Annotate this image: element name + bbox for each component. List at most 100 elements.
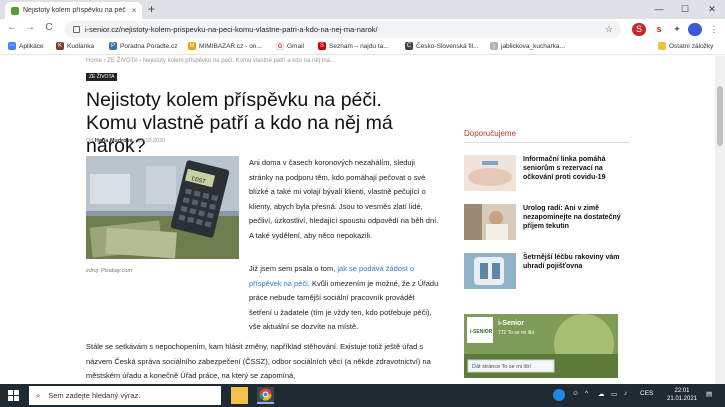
- web-page: Home › ZE ŽIVOTA › Nejistoty kolem přísp…: [0, 56, 715, 384]
- search-icon: ⌕: [36, 390, 41, 400]
- article-meta: Od Hana Mudrová - 15.10.2020: [86, 138, 165, 144]
- article-title: Nejistoty kolem příspěvku na péči. Komu …: [86, 89, 393, 157]
- paragraph-1: Ani doma v časech koronových nezahálím, …: [249, 158, 439, 240]
- browser-toolbar: ← → C i-senior.cz/nejistoty-kolem-prispe…: [0, 19, 725, 40]
- extension-s-icon[interactable]: s: [652, 23, 666, 36]
- taskbar-clock[interactable]: 22:01 21.01.2021: [664, 387, 700, 403]
- article-date: 15.10.2020: [137, 138, 166, 144]
- maximize-button[interactable]: ☐: [672, 0, 698, 19]
- seznam-icon: S: [318, 42, 326, 50]
- bookmark-poradna[interactable]: P Poradna Poradte.cz: [109, 42, 177, 50]
- file-explorer-icon[interactable]: [231, 387, 248, 404]
- paragraph-2-start: Již jsem sem psala o tom, jak se podává …: [249, 262, 439, 335]
- bookmark-mimibazar[interactable]: M MIMIBAZAR.cz - on...: [188, 42, 262, 50]
- author-link[interactable]: Hana Mudrová: [95, 138, 133, 144]
- extension-badge-icon[interactable]: S: [632, 23, 646, 36]
- bookmark-label: jablickova_kucharka...: [501, 42, 565, 50]
- bookmarks-bar: ⋯ Aplikace K Kudlanka P Poradna Poradte.…: [0, 40, 725, 55]
- sidebar-divider: [464, 142, 630, 143]
- profile-avatar[interactable]: [688, 23, 702, 36]
- film-icon: Č: [405, 42, 413, 50]
- bookmark-label: Aplikace: [19, 42, 44, 50]
- bookmark-label: Poradna Poradte.cz: [120, 42, 178, 50]
- network-icon[interactable]: ▭: [611, 390, 617, 398]
- folder-icon: [658, 42, 666, 50]
- sidebar-title: Doporučujeme: [464, 129, 517, 138]
- recommended-item[interactable]: Urolog radí: Ani v zimě nezapomínejte na…: [464, 204, 634, 240]
- lock-icon: [73, 26, 80, 33]
- recommended-item[interactable]: Informační linka pomáhá seniorům s rezer…: [464, 155, 634, 191]
- clock-date: 21.01.2021: [666, 396, 698, 402]
- article-image: COST: [86, 156, 239, 259]
- bookmark-label: Kudlanka: [67, 42, 95, 50]
- address-bar[interactable]: i-senior.cz/nejistoty-kolem-prispevku-na…: [65, 21, 621, 38]
- bookmark-label: MIMIBAZAR.cz - on...: [199, 42, 262, 50]
- paragraph-2-text: Již jsem sem psala o tom,: [249, 264, 336, 273]
- recommended-item[interactable]: Šetrnější léčbu rakoviny vám uhradí poji…: [464, 253, 634, 289]
- back-button[interactable]: ←: [5, 22, 19, 33]
- paragraph-3: Stále se setkávám s nepochopením, kam hl…: [86, 342, 431, 380]
- facebook-page-widget[interactable]: i-SENIOR i-Senior 772 To se mi líbí Dát …: [464, 314, 618, 378]
- poradna-icon: P: [109, 42, 117, 50]
- fb-like-button[interactable]: Dát stránce To se mi líbí: [472, 364, 531, 370]
- browser-tab[interactable]: Nejistoty kolem příspěvku na péč ×: [5, 2, 142, 19]
- volume-icon[interactable]: ♪: [624, 390, 627, 397]
- hidden-icons-chevron-icon[interactable]: ^: [585, 390, 588, 397]
- image-caption: zdroj: Pixabay.com: [86, 268, 133, 274]
- bookmark-label: Seznam – najdu ta...: [329, 42, 389, 50]
- author-prefix: Od: [86, 138, 94, 144]
- kudlanka-icon: K: [56, 42, 64, 50]
- fb-logo-text: i-SENIOR: [470, 329, 493, 335]
- url-text: i-senior.cz/nejistoty-kolem-prispevku-na…: [85, 25, 378, 34]
- bookmark-jablickova[interactable]: j jablickova_kucharka...: [490, 42, 565, 50]
- apps-grid-icon: ⋯: [8, 42, 16, 50]
- reload-button[interactable]: C: [42, 22, 56, 33]
- chrome-taskbar-icon[interactable]: [257, 387, 274, 404]
- new-tab-button[interactable]: +: [148, 2, 155, 16]
- menu-dots-icon[interactable]: ⋮: [707, 23, 721, 36]
- tab-close-icon[interactable]: ×: [129, 6, 139, 15]
- scrollbar-thumb[interactable]: [717, 86, 723, 146]
- person-icon[interactable]: ☺: [572, 390, 579, 397]
- help-icon[interactable]: [553, 389, 565, 401]
- mimibazar-icon: M: [188, 42, 196, 50]
- cloud-icon[interactable]: ☁: [598, 390, 605, 398]
- close-window-button[interactable]: ✕: [699, 0, 725, 19]
- fb-page-name[interactable]: i-Senior: [498, 320, 524, 327]
- bookmark-kudlanka[interactable]: K Kudlanka: [56, 42, 94, 50]
- bookmark-other-folder[interactable]: Ostatní záložky: [658, 42, 713, 50]
- minimize-button[interactable]: —: [646, 0, 672, 19]
- taskbar-search-input[interactable]: ⌕ Sem zadejte hledaný výraz.: [29, 386, 221, 405]
- recommended-thumbnail: [464, 155, 516, 191]
- bookmark-label: Česko-Slovenská fil...: [416, 42, 479, 50]
- recommended-thumbnail: [464, 253, 516, 289]
- page-scrollbar[interactable]: [715, 56, 725, 384]
- page-icon: j: [490, 42, 498, 50]
- forward-button[interactable]: →: [23, 22, 37, 33]
- fb-likes: 772 To se mi líbí: [498, 330, 535, 336]
- recommended-title[interactable]: Informační linka pomáhá seniorům s rezer…: [523, 155, 635, 182]
- tab-title: Nejistoty kolem příspěvku na péč: [23, 7, 126, 14]
- extensions-puzzle-icon[interactable]: ✦: [670, 23, 684, 36]
- bookmark-seznam[interactable]: S Seznam – najdu ta...: [318, 42, 389, 50]
- clock-time: 22:01: [674, 388, 690, 394]
- recommended-title[interactable]: Šetrnější léčbu rakoviny vám uhradí poji…: [523, 253, 635, 271]
- calculator-money-photo: COST: [86, 156, 239, 259]
- bookmark-gmail[interactable]: G Gmail: [276, 42, 304, 50]
- bookmark-cesko-slovenska[interactable]: Č Česko-Slovenská fil...: [405, 42, 479, 50]
- gmail-icon: G: [276, 42, 284, 50]
- windows-taskbar: ⌕ Sem zadejte hledaný výraz. ☺ ^ ☁ ▭ ♪ C…: [0, 384, 725, 407]
- bookmark-apps[interactable]: ⋯ Aplikace: [8, 42, 44, 50]
- recommended-thumbnail: [464, 204, 516, 240]
- bookmark-label: Ostatní záložky: [669, 42, 714, 50]
- language-indicator[interactable]: CES: [640, 390, 653, 397]
- recommended-title[interactable]: Urolog radí: Ani v zimě nezapomínejte na…: [523, 204, 635, 231]
- bookmark-star-icon[interactable]: ☆: [605, 24, 613, 35]
- notifications-icon[interactable]: ▤: [706, 390, 712, 398]
- breadcrumb[interactable]: Home › ZE ŽIVOTA › Nejistoty kolem přísp…: [86, 58, 335, 64]
- windows-start-icon[interactable]: [8, 390, 19, 401]
- category-tag[interactable]: ZE ŽIVOTA: [86, 73, 118, 81]
- search-placeholder: Sem zadejte hledaný výraz.: [48, 391, 141, 400]
- chrome-icon: [259, 388, 272, 401]
- tab-bar: Nejistoty kolem příspěvku na péč × + — ☐…: [0, 0, 725, 19]
